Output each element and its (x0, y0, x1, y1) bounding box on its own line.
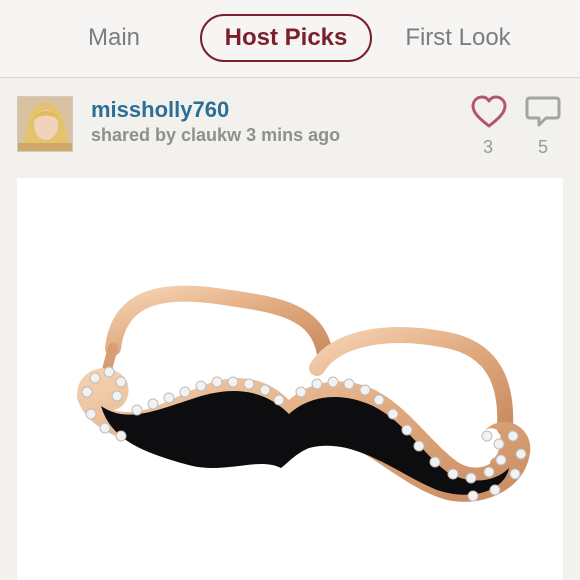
tab-host-picks[interactable]: Host Picks (200, 14, 372, 62)
avatar[interactable] (17, 96, 73, 152)
tab-main[interactable]: Main (62, 14, 166, 62)
avatar-image (18, 97, 72, 151)
comment-count: 5 (537, 137, 548, 157)
comment-icon[interactable] (524, 95, 562, 129)
like-count: 3 (482, 137, 493, 157)
tab-first-look[interactable]: First Look (392, 14, 524, 62)
heart-icon[interactable] (470, 95, 508, 129)
tab-bar: Main Host Picks First Look (0, 0, 580, 78)
shared-by-text: shared by claukw 3 mins ago (91, 125, 341, 145)
username-link[interactable]: missholly760 (91, 97, 229, 123)
listing-photo[interactable] (17, 178, 563, 580)
post-header: missholly760 shared by claukw 3 mins ago… (0, 79, 580, 178)
mustache-ring-image (17, 178, 563, 580)
